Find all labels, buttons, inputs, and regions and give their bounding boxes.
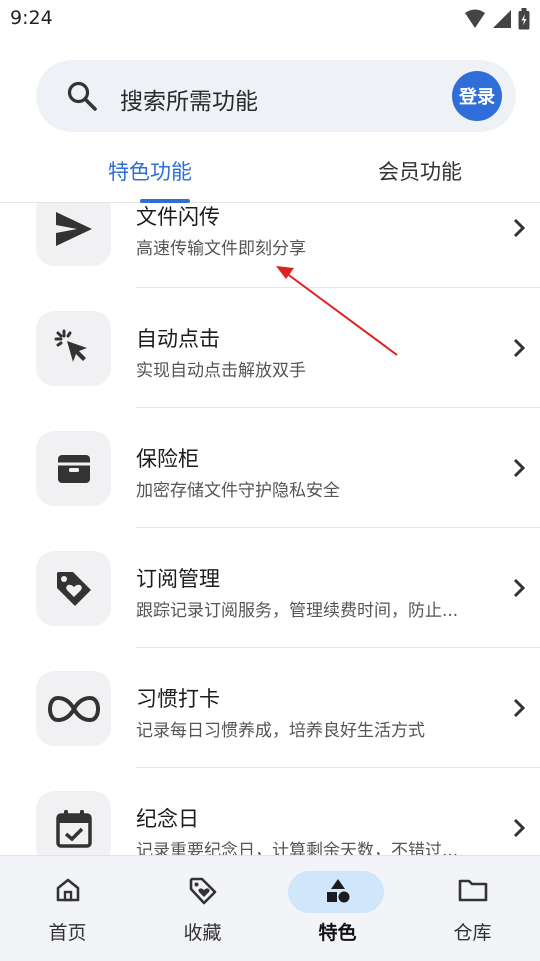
item-title: 习惯打卡 bbox=[136, 687, 220, 711]
list-item-anniversary[interactable]: 纪念日 记录重要纪念日，计算剩余天数，不错过... bbox=[0, 791, 540, 855]
safe-box-icon-box bbox=[36, 431, 111, 506]
chevron-right-icon bbox=[513, 818, 526, 838]
feature-list: 文件闪传 高速传输文件即刻分享 自动点击 实现自动点击解放双手 保险柜 加密存储… bbox=[0, 203, 540, 855]
battery-icon bbox=[518, 8, 530, 30]
search-bar[interactable]: 搜索所需功能 登录 bbox=[36, 60, 516, 132]
list-item-file-transfer[interactable]: 文件闪传 高速传输文件即刻分享 bbox=[0, 203, 540, 323]
feature-tabs: 特色功能 会员功能 bbox=[0, 140, 540, 203]
item-desc: 记录重要纪念日，计算剩余天数，不错过... bbox=[136, 841, 459, 855]
infinity-icon-box bbox=[36, 671, 111, 746]
nav-label: 特色 bbox=[318, 922, 357, 944]
list-item-habit[interactable]: 习惯打卡 记录每日习惯养成，培养良好生活方式 bbox=[0, 671, 540, 791]
nav-label: 仓库 bbox=[453, 922, 492, 944]
divider bbox=[136, 647, 540, 648]
nav-item-favorites[interactable]: 收藏 bbox=[135, 856, 270, 961]
item-desc: 跟踪记录订阅服务，管理续费时间，防止... bbox=[136, 601, 459, 621]
list-item-safe-box[interactable]: 保险柜 加密存储文件守护隐私安全 bbox=[0, 431, 540, 551]
infinity-icon bbox=[47, 695, 100, 722]
calendar-check-icon-box bbox=[36, 791, 111, 855]
nav-item-home[interactable]: 首页 bbox=[0, 856, 135, 961]
wifi-icon bbox=[465, 9, 485, 28]
nav-label: 首页 bbox=[48, 922, 87, 944]
item-title: 文件闪传 bbox=[136, 205, 220, 229]
list-item-auto-click[interactable]: 自动点击 实现自动点击解放双手 bbox=[0, 311, 540, 431]
item-title: 订阅管理 bbox=[136, 567, 220, 591]
auto-click-icon bbox=[54, 329, 87, 362]
item-title: 保险柜 bbox=[136, 447, 199, 471]
item-title: 自动点击 bbox=[136, 327, 220, 351]
signal-icon bbox=[493, 10, 511, 28]
item-desc: 记录每日习惯养成，培养良好生活方式 bbox=[136, 721, 425, 741]
divider bbox=[136, 527, 540, 528]
nav-item-repository[interactable]: 仓库 bbox=[405, 856, 540, 961]
calendar-check-icon bbox=[55, 809, 92, 848]
favorite-tag-icon bbox=[189, 877, 216, 905]
item-desc: 高速传输文件即刻分享 bbox=[136, 239, 306, 259]
item-desc: 实现自动点击解放双手 bbox=[136, 361, 306, 381]
bottom-nav: 首页 收藏 特色 仓库 bbox=[0, 855, 540, 961]
divider bbox=[136, 767, 540, 768]
shapes-icon bbox=[326, 879, 349, 903]
status-time: 9:24 bbox=[10, 7, 53, 29]
home-icon bbox=[56, 878, 79, 902]
status-icons bbox=[464, 8, 530, 30]
divider bbox=[136, 407, 540, 408]
send-icon-box bbox=[36, 203, 111, 266]
search-icon bbox=[67, 81, 97, 111]
folder-icon bbox=[458, 879, 487, 902]
divider bbox=[136, 287, 540, 288]
search-input[interactable]: 搜索所需功能 bbox=[120, 82, 258, 116]
chevron-right-icon bbox=[513, 218, 526, 238]
chevron-right-icon bbox=[513, 578, 526, 598]
list-item-subscription[interactable]: 订阅管理 跟踪记录订阅服务，管理续费时间，防止... bbox=[0, 551, 540, 671]
status-bar: 9:24 bbox=[0, 0, 540, 38]
login-button[interactable]: 登录 bbox=[452, 71, 502, 121]
tab-featured[interactable]: 特色功能 bbox=[108, 156, 192, 186]
item-title: 纪念日 bbox=[136, 807, 199, 831]
tag-heart-icon bbox=[56, 571, 91, 606]
chevron-right-icon bbox=[513, 338, 526, 358]
tag-heart-icon-box bbox=[36, 551, 111, 626]
auto-click-icon-box bbox=[36, 311, 111, 386]
tab-member[interactable]: 会员功能 bbox=[378, 156, 462, 186]
chevron-right-icon bbox=[513, 458, 526, 478]
safe-box-icon bbox=[57, 454, 90, 483]
chevron-right-icon bbox=[513, 698, 526, 718]
nav-label: 收藏 bbox=[183, 922, 222, 944]
nav-item-featured[interactable]: 特色 bbox=[270, 856, 405, 961]
send-icon bbox=[55, 211, 92, 246]
item-desc: 加密存储文件守护隐私安全 bbox=[136, 481, 340, 501]
